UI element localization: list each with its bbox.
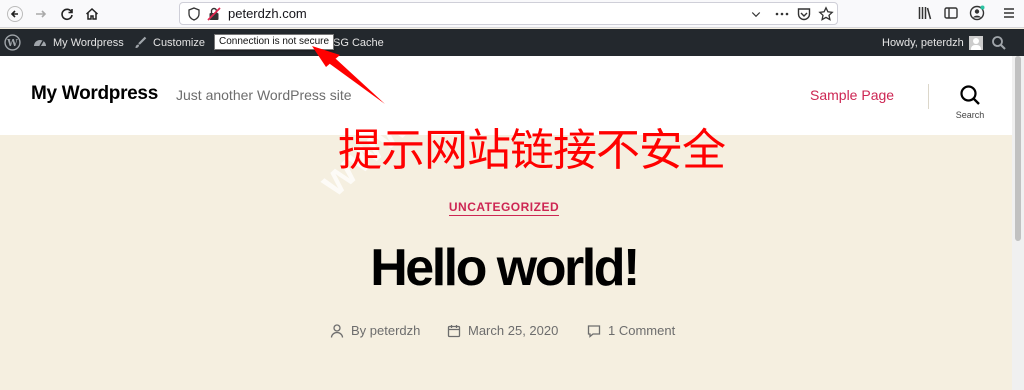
post-author[interactable]: By peterdzh — [330, 323, 420, 338]
svg-text:W: W — [6, 38, 18, 49]
site-description: Just another WordPress site — [176, 87, 352, 103]
avatar — [968, 35, 983, 50]
chevron-down-icon[interactable] — [750, 6, 762, 22]
post-category[interactable]: UNCATEGORIZED — [0, 200, 1008, 216]
post-category-link[interactable]: UNCATEGORIZED — [448, 200, 560, 216]
post-comments-label: 1 Comment — [608, 323, 676, 338]
site-title[interactable]: My Wordpress — [31, 83, 158, 105]
more-actions-icon[interactable] — [774, 6, 790, 22]
pocket-icon[interactable] — [796, 6, 812, 22]
menu-button[interactable] — [1000, 4, 1018, 22]
admin-search-button[interactable] — [991, 29, 1012, 56]
insecure-lock-icon[interactable] — [206, 6, 222, 22]
sidebar-icon — [944, 7, 958, 19]
annotation-text: 提示网站链接不安全 — [338, 125, 726, 176]
admin-site-name-label: My Wordpress — [53, 36, 124, 49]
hamburger-menu-icon — [1004, 8, 1014, 18]
admin-howdy-label: Howdy, peterdzh — [882, 36, 964, 49]
admin-sg-cache-label: SG Cache — [333, 36, 384, 49]
calendar-icon — [447, 324, 461, 337]
paintbrush-icon — [135, 36, 147, 48]
wp-admin-bar: W My Wordpress Customize SG Cache Howdy,… — [0, 29, 1024, 56]
dashboard-icon — [34, 39, 46, 46]
home-button[interactable] — [80, 2, 104, 26]
reload-button[interactable] — [55, 2, 79, 26]
arrow-right-icon — [36, 10, 47, 18]
search-icon — [992, 35, 1006, 50]
post-comments[interactable]: 1 Comment — [587, 323, 675, 338]
admin-sg-cache[interactable]: SG Cache — [333, 29, 384, 56]
reload-icon — [61, 8, 73, 21]
connection-tooltip: Connection is not secure — [214, 34, 335, 50]
nav-item-sample-page[interactable]: Sample Page — [810, 87, 894, 103]
home-icon — [85, 7, 99, 20]
user-icon — [330, 323, 344, 338]
url-text[interactable]: peterdzh.com — [228, 6, 307, 22]
admin-customize[interactable]: Customize — [132, 29, 205, 56]
account-button[interactable] — [968, 4, 986, 22]
wordpress-logo-icon: W — [4, 34, 21, 51]
admin-account[interactable]: Howdy, peterdzh — [882, 29, 983, 56]
forward-button[interactable] — [29, 2, 53, 26]
account-icon — [969, 5, 985, 21]
library-icon — [918, 7, 932, 20]
post-date-label: March 25, 2020 — [468, 323, 559, 338]
header-divider — [928, 84, 929, 109]
sidebar-button[interactable] — [942, 4, 960, 22]
scrollbar-thumb[interactable] — [1015, 56, 1021, 241]
admin-customize-label: Customize — [153, 36, 205, 49]
browser-toolbar: peterdzh.com — [0, 0, 1024, 28]
arrow-left-icon — [7, 6, 23, 22]
search-toggle-button[interactable]: Search — [950, 84, 990, 120]
bookmark-star-icon[interactable] — [818, 6, 834, 22]
post-author-label: By peterdzh — [351, 323, 421, 338]
wp-logo-button[interactable]: W — [4, 29, 26, 56]
back-button[interactable] — [3, 2, 27, 26]
post-date[interactable]: March 25, 2020 — [447, 323, 558, 338]
shield-icon[interactable] — [186, 6, 202, 22]
comment-icon — [587, 324, 601, 338]
admin-site-name[interactable]: My Wordpress — [32, 29, 124, 56]
url-bar[interactable]: peterdzh.com — [179, 2, 838, 25]
library-button[interactable] — [916, 4, 934, 22]
search-icon — [960, 85, 980, 105]
post-title[interactable]: Hello world! — [0, 238, 1008, 298]
search-label: Search — [955, 110, 985, 120]
